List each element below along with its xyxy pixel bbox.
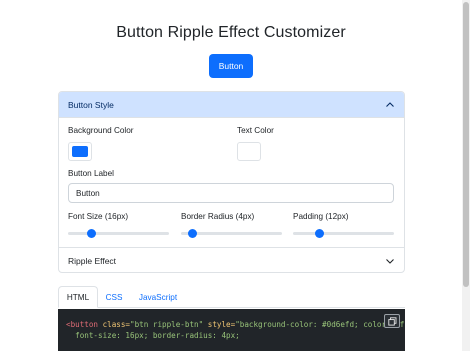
chevron-up-icon: [386, 101, 394, 107]
accordion-header-ripple-effect[interactable]: Ripple Effect: [59, 247, 404, 272]
slider-thumb[interactable]: [315, 229, 324, 238]
slider-track: [68, 232, 169, 235]
code-attr-class: class=: [102, 320, 131, 329]
font-size-slider[interactable]: [68, 228, 169, 238]
button-label-label: Button Label: [68, 169, 114, 178]
padding-label: Padding (12px): [293, 212, 349, 221]
scrollbar-thumb[interactable]: [463, 2, 469, 287]
text-color-label: Text Color: [237, 126, 274, 135]
code-value-style: "background-color: #0d6efd; color: #ffff: [235, 320, 405, 329]
accordion-header-label: Ripple Effect: [68, 255, 117, 266]
background-color-swatch: [72, 146, 88, 157]
code-tabs: HTML CSS JavaScript: [58, 286, 405, 308]
background-color-label: Background Color: [68, 126, 134, 135]
code-tag: <button: [66, 320, 103, 329]
button-label-input[interactable]: [68, 183, 394, 203]
background-color-picker[interactable]: [68, 142, 92, 161]
text-color-swatch: [241, 146, 257, 157]
slider-thumb[interactable]: [188, 229, 197, 238]
accordion-header-label: Button Style: [68, 99, 114, 110]
preview-button[interactable]: Button: [209, 54, 253, 78]
border-radius-slider[interactable]: [181, 228, 282, 238]
code-line-2: font-size: 16px; border-radius: 4px;: [66, 331, 240, 340]
border-radius-label: Border Radius (4px): [181, 212, 255, 221]
slider-thumb[interactable]: [87, 229, 96, 238]
padding-slider[interactable]: [293, 228, 394, 238]
text-color-picker[interactable]: [237, 142, 261, 161]
slider-track: [293, 232, 394, 235]
tab-javascript[interactable]: JavaScript: [130, 286, 186, 308]
tab-css[interactable]: CSS: [98, 286, 130, 308]
chevron-down-icon: [386, 258, 394, 264]
settings-accordion: Button Style Background Color Text Color…: [58, 91, 405, 273]
font-size-label: Font Size (16px): [68, 212, 129, 221]
tab-html[interactable]: HTML: [58, 286, 98, 308]
code-block: <button class="btn ripple-btn" style="ba…: [58, 309, 405, 351]
copy-code-button[interactable]: [384, 314, 400, 328]
page-scrollbar[interactable]: [462, 0, 470, 351]
page-title: Button Ripple Effect Customizer: [116, 24, 346, 41]
copy-icon: [387, 316, 396, 326]
code-attr-style: style=: [203, 320, 236, 329]
accordion-header-button-style[interactable]: Button Style: [59, 92, 404, 118]
code-value-class: "btn ripple-btn": [130, 320, 204, 329]
